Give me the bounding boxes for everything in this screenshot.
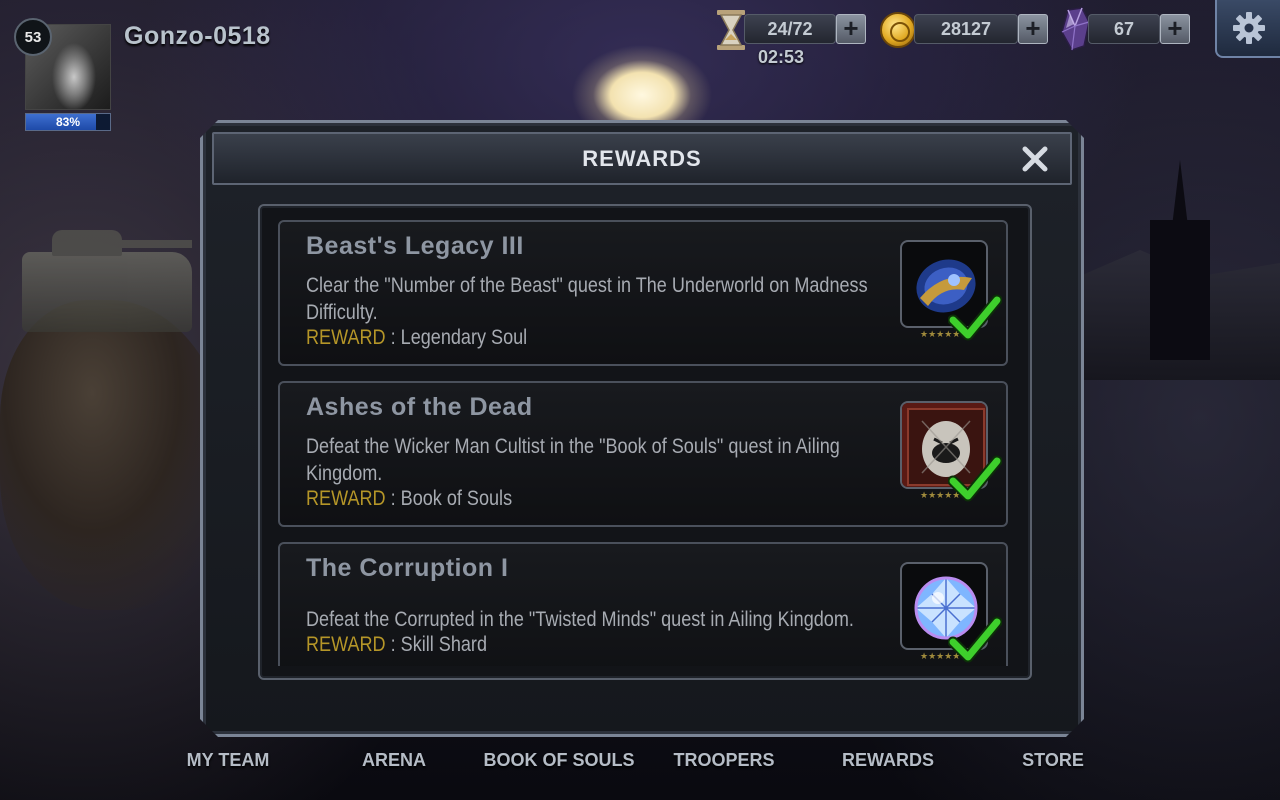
quest-reward: REWARD : Book of Souls <box>306 487 512 511</box>
reward-separator: : <box>385 326 401 349</box>
nav-arena[interactable]: ARENA <box>362 750 426 780</box>
reward-separator: : <box>385 633 401 656</box>
rewards-list[interactable]: Beast's Legacy III Clear the "Number of … <box>278 220 1010 666</box>
settings-button[interactable] <box>1215 0 1280 58</box>
reward-key-label: REWARD <box>306 326 386 349</box>
gold-counter: 28127 <box>914 14 1018 44</box>
add-gems-button[interactable]: + <box>1160 14 1190 44</box>
gold-coin-icon <box>880 12 916 48</box>
gems-value: 67 <box>1113 18 1135 39</box>
energy-counter: 24/72 <box>744 14 836 44</box>
energy-value: 24/72 <box>767 18 813 39</box>
nav-store[interactable]: STORE <box>1022 750 1084 780</box>
background-tank <box>22 230 192 332</box>
quest-title: The Corruption I <box>306 554 509 582</box>
completed-check-icon <box>948 294 1002 342</box>
player-level-badge: 53 <box>14 18 52 56</box>
quest-title: Ashes of the Dead <box>306 393 533 421</box>
quest-description: Clear the "Number of the Beast" quest in… <box>306 274 868 324</box>
reward-value: Skill Shard <box>400 633 488 656</box>
rewards-dialog-header: REWARDS <box>212 132 1072 185</box>
gem-crystal-icon <box>1061 7 1090 51</box>
nav-troopers[interactable]: TROOPERS <box>673 750 774 780</box>
gold-value: 28127 <box>940 18 992 39</box>
bottom-navigation: MY TEAM ARENA BOOK OF SOULS TROOPERS REW… <box>0 740 1280 800</box>
reward-key-label: REWARD <box>306 633 386 656</box>
add-gold-button[interactable]: + <box>1018 14 1048 44</box>
close-icon[interactable] <box>1018 142 1052 176</box>
quest-description: Defeat the Corrupted in the "Twisted Min… <box>306 608 854 631</box>
gear-icon <box>1232 12 1265 44</box>
reward-quest-card[interactable]: The Corruption I Defeat the Corrupted in… <box>278 542 1008 666</box>
gems-counter: 67 <box>1088 14 1160 44</box>
xp-progress-label: 83% <box>55 115 81 129</box>
rewards-dialog-title: REWARDS <box>582 145 702 171</box>
player-name: Gonzo-0518 <box>124 22 271 50</box>
reward-quest-card[interactable]: Ashes of the Dead Defeat the Wicker Man … <box>278 381 1008 527</box>
completed-check-icon <box>948 616 1002 664</box>
quest-description: Defeat the Wicker Man Cultist in the "Bo… <box>306 435 840 485</box>
energy-timer: 02:53 <box>758 47 805 67</box>
nav-rewards[interactable]: REWARDS <box>842 750 934 780</box>
add-energy-button[interactable]: + <box>836 14 866 44</box>
rewards-dialog: REWARDS Beast's Legacy III Clear the "Nu… <box>200 120 1084 737</box>
reward-value: Book of Souls <box>400 487 513 510</box>
reward-key-label: REWARD <box>306 487 386 510</box>
completed-check-icon <box>948 455 1002 503</box>
rewards-list-frame: Beast's Legacy III Clear the "Number of … <box>258 204 1032 680</box>
quest-title: Beast's Legacy III <box>306 232 524 260</box>
background-floating-island <box>0 300 230 610</box>
nav-my-team[interactable]: MY TEAM <box>187 750 270 780</box>
reward-separator: : <box>385 487 401 510</box>
reward-quest-card[interactable]: Beast's Legacy III Clear the "Number of … <box>278 220 1008 366</box>
background-church-spire <box>1150 160 1210 360</box>
nav-book-of-souls[interactable]: BOOK OF SOULS <box>483 750 634 780</box>
quest-reward: REWARD : Skill Shard <box>306 633 487 657</box>
hourglass-icon <box>717 10 745 50</box>
quest-reward: REWARD : Legendary Soul <box>306 326 527 350</box>
reward-value: Legendary Soul <box>400 326 528 349</box>
xp-progress-bar: 83% <box>25 113 111 131</box>
